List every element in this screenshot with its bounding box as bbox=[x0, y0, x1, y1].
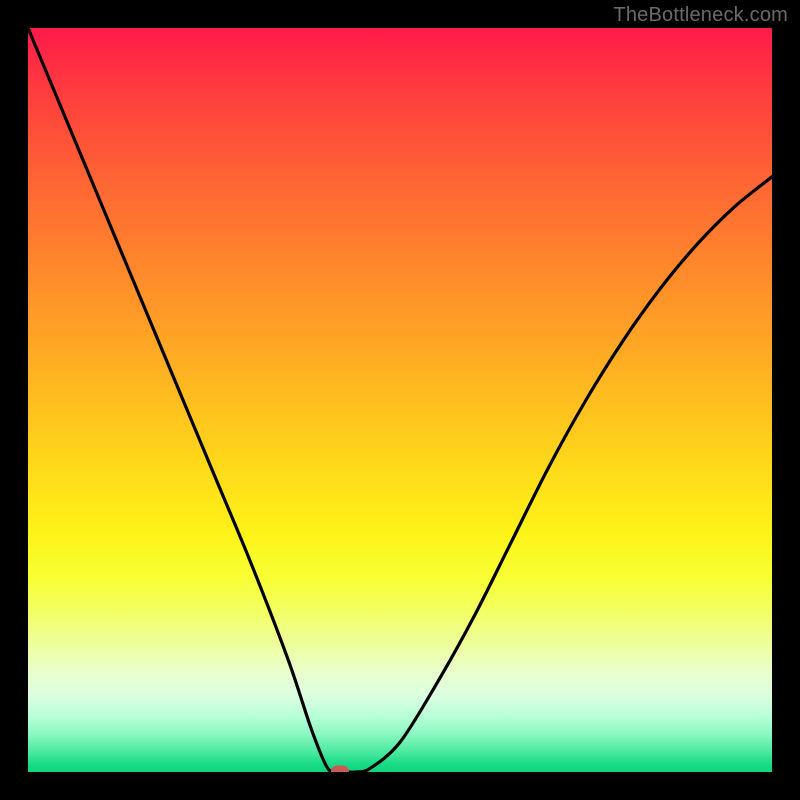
watermark-text: TheBottleneck.com bbox=[613, 4, 788, 27]
chart-frame: TheBottleneck.com bbox=[0, 0, 800, 800]
plot-area bbox=[28, 28, 772, 772]
optimal-point-marker bbox=[331, 766, 349, 773]
bottleneck-curve bbox=[28, 28, 772, 772]
